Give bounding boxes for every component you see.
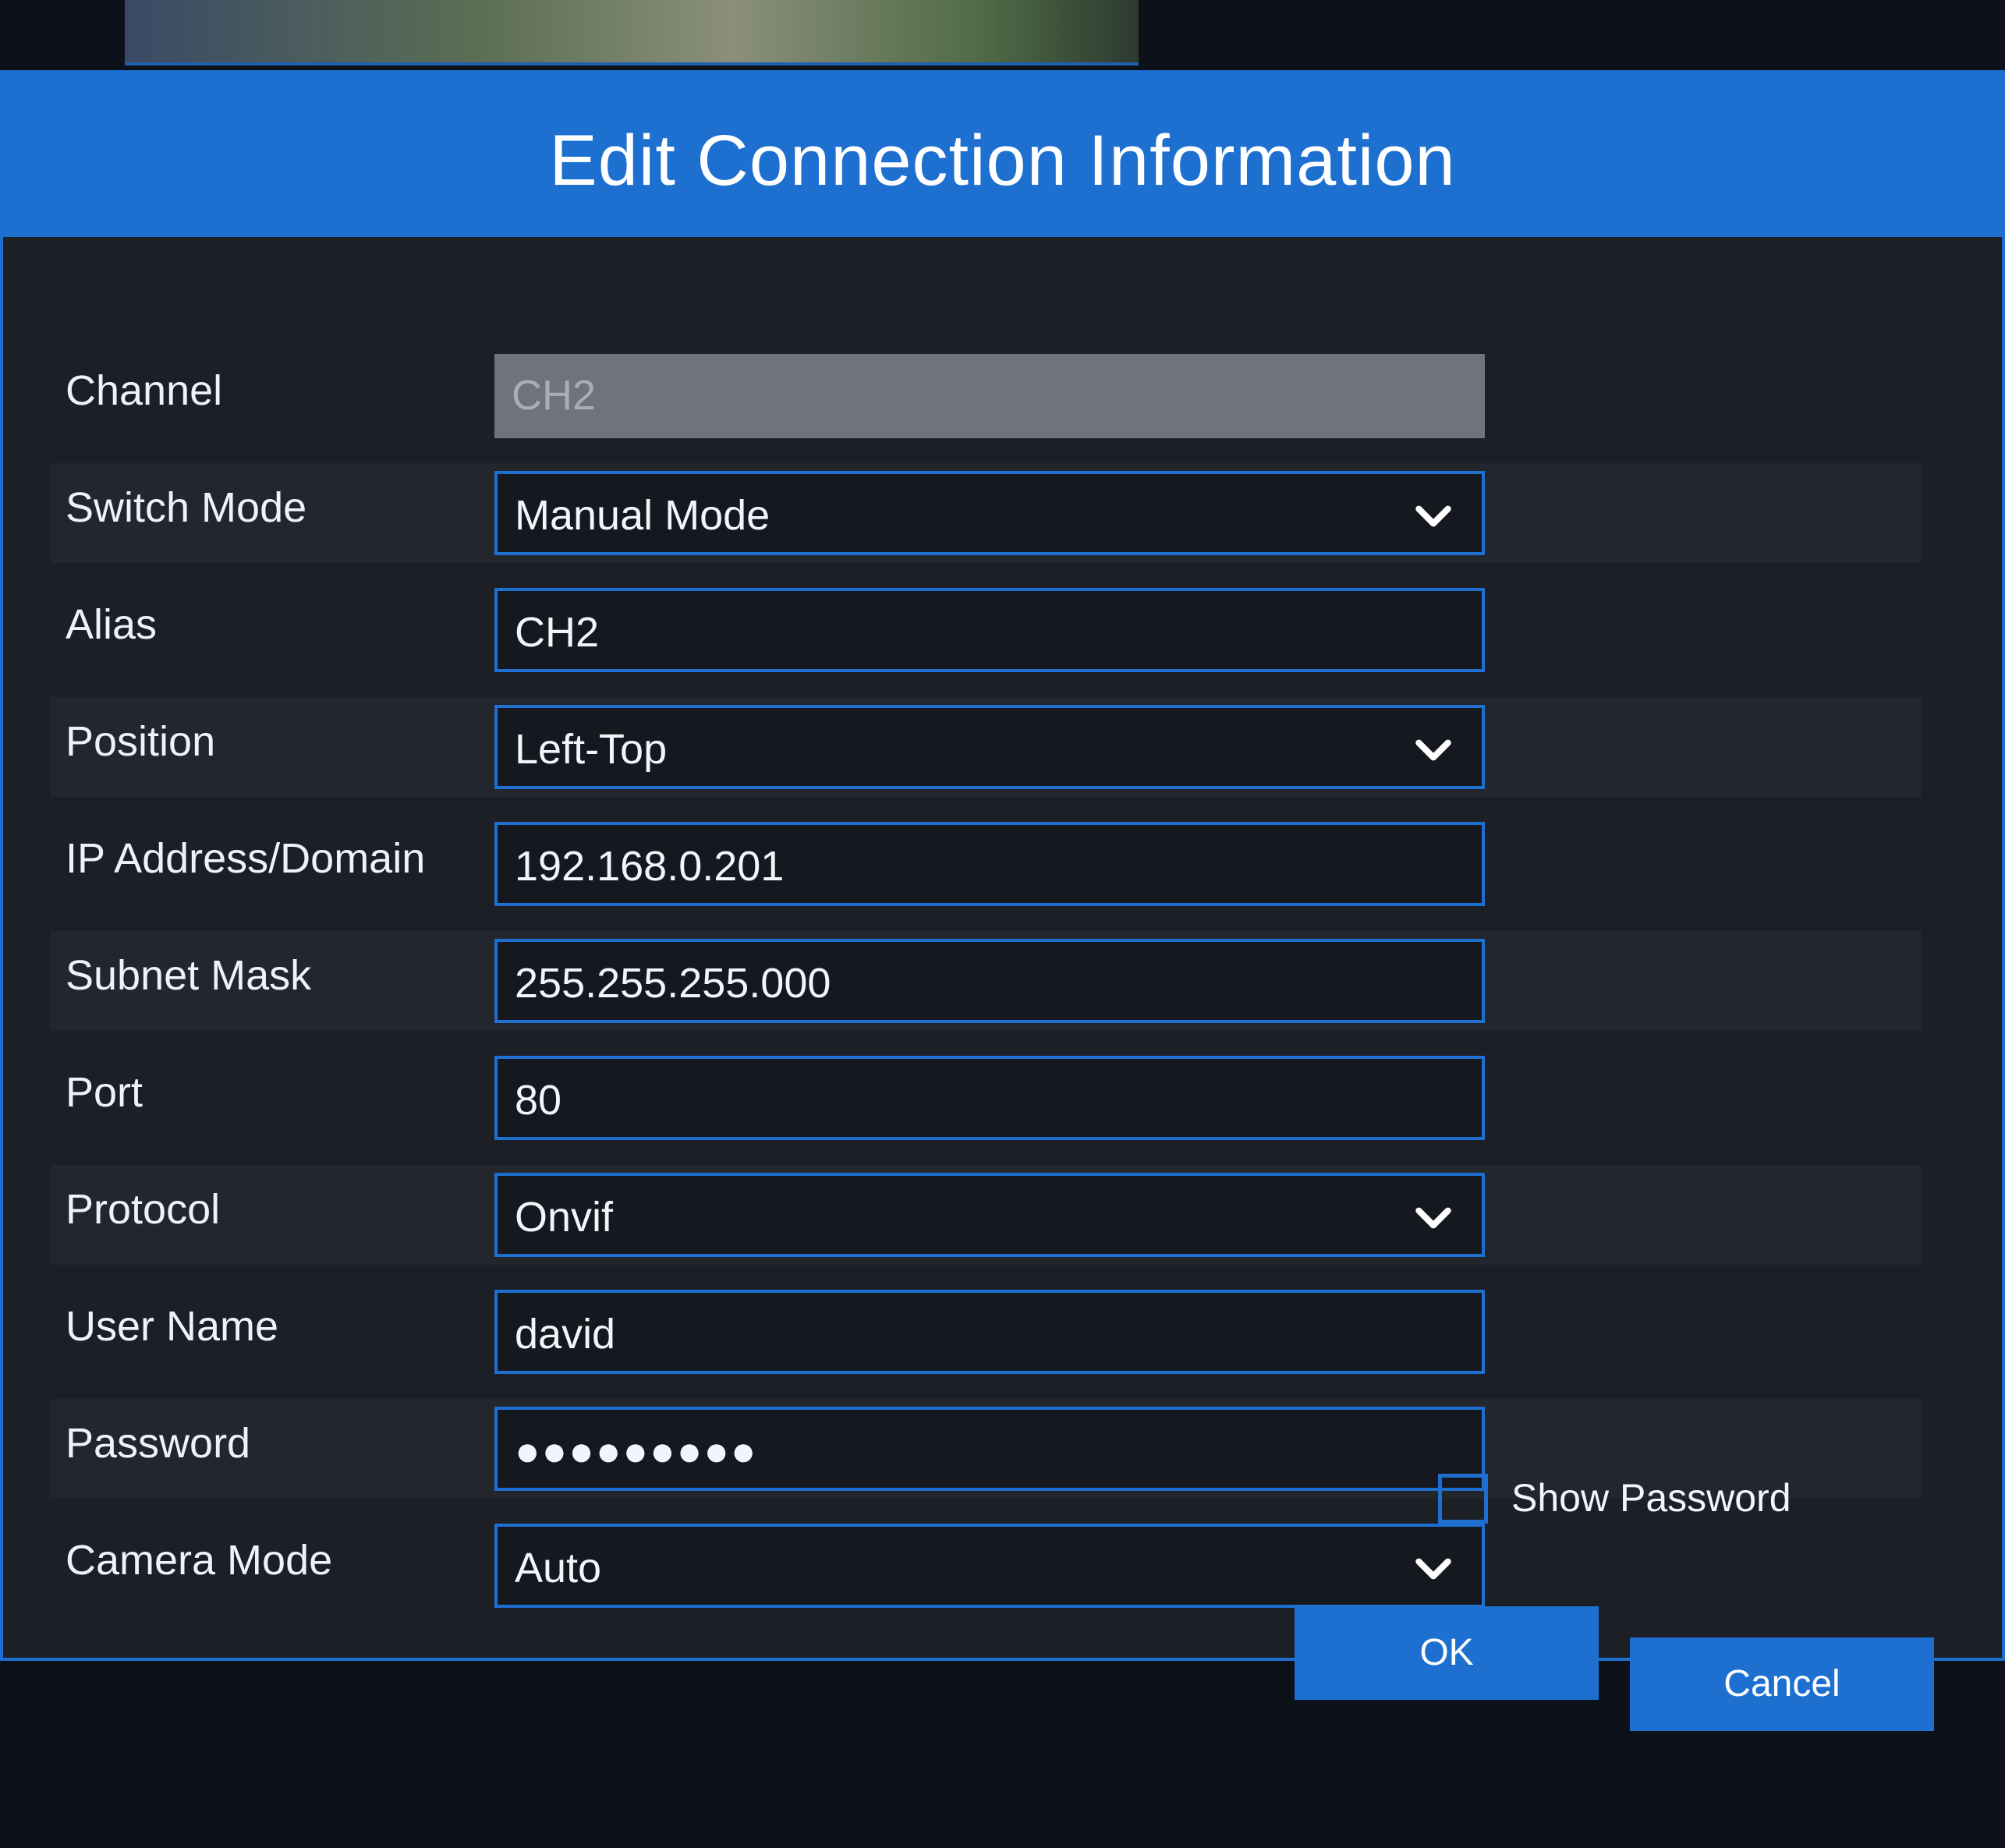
camera-mode-value: Auto — [515, 1545, 602, 1591]
ip-address-label: IP Address/Domain — [66, 835, 426, 882]
row-camera-mode: Camera Mode Auto — [50, 1516, 1922, 1616]
alias-input[interactable]: CH2 — [494, 588, 1485, 672]
background-video-feed — [125, 0, 1139, 65]
subnet-mask-value: 255.255.255.000 — [515, 960, 831, 1007]
cancel-button[interactable]: Cancel — [1630, 1637, 1934, 1731]
channel-label: Channel — [66, 367, 223, 414]
port-label: Port — [66, 1069, 143, 1116]
dialog-title: Edit Connection Information — [549, 121, 1456, 200]
password-input[interactable]: ●●●●●●●●● — [494, 1407, 1485, 1491]
camera-mode-label: Camera Mode — [66, 1537, 333, 1584]
user-name-label: User Name — [66, 1303, 279, 1350]
row-protocol: Protocol Onvif — [50, 1165, 1922, 1265]
user-name-value: david — [515, 1311, 616, 1358]
subnet-mask-input[interactable]: 255.255.255.000 — [494, 939, 1485, 1023]
row-subnet-mask: Subnet Mask 255.255.255.000 — [50, 931, 1922, 1031]
row-position: Position Left-Top — [50, 697, 1922, 797]
protocol-label: Protocol — [66, 1186, 221, 1233]
row-user-name: User Name david — [50, 1282, 1922, 1382]
user-name-input[interactable]: david — [494, 1290, 1485, 1374]
camera-mode-select[interactable]: Auto — [494, 1524, 1485, 1608]
position-value: Left-Top — [515, 726, 668, 773]
password-value: ●●●●●●●●● — [515, 1428, 758, 1475]
port-value: 80 — [515, 1077, 562, 1124]
row-alias: Alias CH2 — [50, 580, 1922, 680]
row-port: Port 80 — [50, 1048, 1922, 1148]
ip-address-input[interactable]: 192.168.0.201 — [494, 822, 1485, 906]
ok-button[interactable]: OK — [1295, 1606, 1599, 1700]
edit-connection-dialog: Edit Connection Information Channel CH2 … — [0, 70, 2005, 1661]
dialog-title-bar: Edit Connection Information — [3, 73, 2002, 237]
protocol-value: Onvif — [515, 1194, 614, 1241]
chevron-down-icon[interactable] — [1412, 728, 1455, 772]
switch-mode-select[interactable]: Manual Mode — [494, 471, 1485, 555]
password-label: Password — [66, 1420, 251, 1467]
channel-field: CH2 — [494, 354, 1485, 438]
chevron-down-icon[interactable] — [1412, 1196, 1455, 1240]
show-password-label: Show Password — [1511, 1476, 1791, 1520]
port-input[interactable]: 80 — [494, 1056, 1485, 1140]
position-select[interactable]: Left-Top — [494, 705, 1485, 789]
subnet-mask-label: Subnet Mask — [66, 952, 312, 999]
switch-mode-label: Switch Mode — [66, 484, 307, 531]
ip-address-value: 192.168.0.201 — [515, 843, 785, 890]
row-channel: Channel CH2 — [50, 346, 1922, 446]
alias-label: Alias — [66, 601, 158, 648]
switch-mode-value: Manual Mode — [515, 492, 770, 539]
channel-value: CH2 — [512, 372, 597, 419]
row-ip-address: IP Address/Domain 192.168.0.201 — [50, 814, 1922, 914]
row-switch-mode: Switch Mode Manual Mode — [50, 463, 1922, 563]
chevron-down-icon[interactable] — [1412, 1547, 1455, 1591]
show-password-checkbox[interactable] — [1438, 1474, 1488, 1524]
protocol-select[interactable]: Onvif — [494, 1173, 1485, 1257]
chevron-down-icon[interactable] — [1412, 494, 1455, 538]
alias-value: CH2 — [515, 609, 600, 656]
position-label: Position — [66, 718, 216, 765]
